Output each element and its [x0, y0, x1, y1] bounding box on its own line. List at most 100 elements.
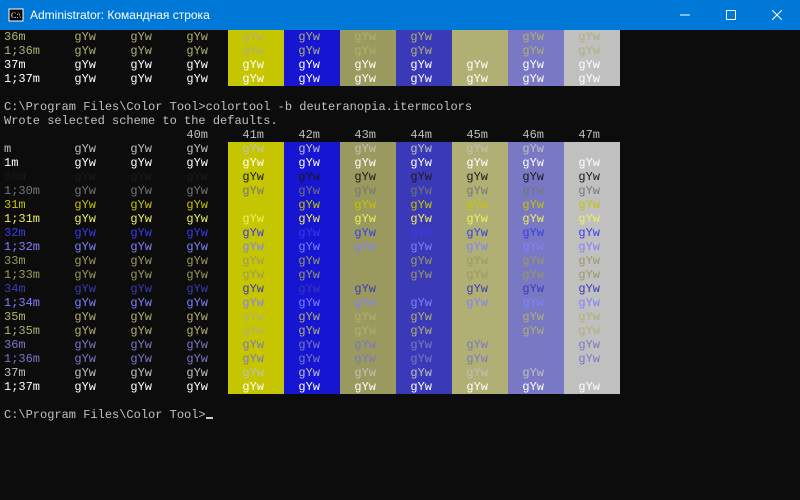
sample-cell: gYw — [564, 254, 620, 268]
sample-cell: gYw — [284, 30, 340, 44]
sample-cell: gYw — [452, 170, 508, 184]
sample-cell: gYw — [60, 380, 116, 394]
sample-cell: gYw — [60, 184, 116, 198]
sample-cell: gYw — [172, 380, 228, 394]
sample-cell: gYw — [340, 226, 396, 240]
sample-cell: gYw — [396, 338, 452, 352]
sample-cell: gYw — [60, 44, 116, 58]
sample-cell: gYw — [172, 226, 228, 240]
sample-cell: gYw — [508, 170, 564, 184]
close-button[interactable] — [754, 0, 800, 30]
sample-cell: gYw — [508, 380, 564, 394]
sample-cell: gYw — [564, 156, 620, 170]
sample-cell: gYw — [116, 170, 172, 184]
sample-cell: gYw — [228, 44, 284, 58]
sample-cell: gYw — [228, 310, 284, 324]
color-row: 1;34m gYw gYw gYw gYw gYw gYw gYw gYw gY… — [4, 296, 796, 310]
sample-cell: gYw — [452, 58, 508, 72]
sample-cell: gYw — [508, 142, 564, 156]
sample-cell: gYw — [396, 366, 452, 380]
sample-cell: gYw — [284, 366, 340, 380]
output-line: Wrote selected scheme to the defaults. — [4, 114, 796, 128]
color-row: m gYw gYw gYw gYw gYw gYw gYw gYw gYw gY… — [4, 142, 796, 156]
sample-cell: gYw — [116, 156, 172, 170]
sample-cell: gYw — [228, 338, 284, 352]
sample-cell: gYw — [284, 296, 340, 310]
sample-cell: gYw — [396, 310, 452, 324]
sample-cell: gYw — [284, 352, 340, 366]
sample-cell: gYw — [452, 282, 508, 296]
sample-cell: gYw — [396, 282, 452, 296]
sample-cell: gYw — [228, 212, 284, 226]
sample-cell: gYw — [564, 212, 620, 226]
color-row: 1;35m gYw gYw gYw gYw gYw gYw gYw gYw gY… — [4, 324, 796, 338]
sample-cell: gYw — [396, 44, 452, 58]
sample-cell: gYw — [508, 282, 564, 296]
row-label: m — [4, 142, 60, 156]
color-row: 1;33m gYw gYw gYw gYw gYw gYw gYw gYw gY… — [4, 268, 796, 282]
color-row: 31m gYw gYw gYw gYw gYw gYw gYw gYw gYw … — [4, 198, 796, 212]
sample-cell: gYw — [60, 212, 116, 226]
sample-cell: gYw — [116, 324, 172, 338]
sample-cell: gYw — [172, 282, 228, 296]
sample-cell: gYw — [116, 72, 172, 86]
maximize-button[interactable] — [708, 0, 754, 30]
sample-cell: gYw — [340, 142, 396, 156]
sample-cell: gYw — [172, 240, 228, 254]
sample-cell: gYw — [60, 352, 116, 366]
sample-cell: gYw — [228, 254, 284, 268]
sample-cell: gYw — [452, 352, 508, 366]
row-label: 31m — [4, 198, 60, 212]
sample-cell: gYw — [396, 30, 452, 44]
row-label: 30m — [4, 170, 60, 184]
sample-cell: gYw — [60, 240, 116, 254]
sample-cell: gYw — [340, 352, 396, 366]
sample-cell: gYw — [284, 72, 340, 86]
sample-cell: gYw — [228, 268, 284, 282]
sample-cell: gYw — [60, 338, 116, 352]
color-row: 1m gYw gYw gYw gYw gYw gYw gYw gYw gYw g… — [4, 156, 796, 170]
prompt-line[interactable]: C:\Program Files\Color Tool> — [4, 408, 796, 422]
color-row: 37m gYw gYw gYw gYw gYw gYw gYw gYw gYw … — [4, 58, 796, 72]
row-label: 37m — [4, 366, 60, 380]
sample-cell: gYw — [116, 352, 172, 366]
minimize-button[interactable] — [662, 0, 708, 30]
sample-cell: gYw — [340, 156, 396, 170]
sample-cell: gYw — [396, 254, 452, 268]
row-label: 1;31m — [4, 212, 60, 226]
sample-cell: gYw — [116, 268, 172, 282]
sample-cell: gYw — [284, 380, 340, 394]
sample-cell: gYw — [564, 142, 620, 156]
sample-cell: gYw — [508, 324, 564, 338]
sample-cell: gYw — [60, 366, 116, 380]
sample-cell: gYw — [452, 226, 508, 240]
sample-cell: gYw — [116, 338, 172, 352]
terminal-output[interactable]: 36m gYw gYw gYw gYw gYw gYw gYw gYw gYw … — [0, 30, 800, 500]
sample-cell: gYw — [340, 268, 396, 282]
row-label: 1m — [4, 156, 60, 170]
sample-cell: gYw — [452, 296, 508, 310]
sample-cell: gYw — [228, 72, 284, 86]
sample-cell: gYw — [284, 338, 340, 352]
sample-cell: gYw — [340, 212, 396, 226]
sample-cell: gYw — [452, 254, 508, 268]
sample-cell: gYw — [228, 156, 284, 170]
sample-cell: gYw — [228, 366, 284, 380]
color-row: 36m gYw gYw gYw gYw gYw gYw gYw gYw gYw … — [4, 338, 796, 352]
sample-cell: gYw — [564, 296, 620, 310]
sample-cell: gYw — [284, 282, 340, 296]
sample-cell: gYw — [340, 310, 396, 324]
sample-cell: gYw — [172, 170, 228, 184]
sample-cell: gYw — [508, 156, 564, 170]
row-label: 34m — [4, 282, 60, 296]
sample-cell: gYw — [340, 240, 396, 254]
sample-cell: gYw — [284, 310, 340, 324]
sample-cell: gYw — [396, 72, 452, 86]
sample-cell: gYw — [172, 324, 228, 338]
column-header: 44m — [396, 128, 452, 142]
sample-cell: gYw — [452, 212, 508, 226]
window-title: Administrator: Командная строка — [30, 8, 210, 22]
sample-cell: gYw — [284, 240, 340, 254]
sample-cell: gYw — [60, 226, 116, 240]
sample-cell: gYw — [508, 72, 564, 86]
